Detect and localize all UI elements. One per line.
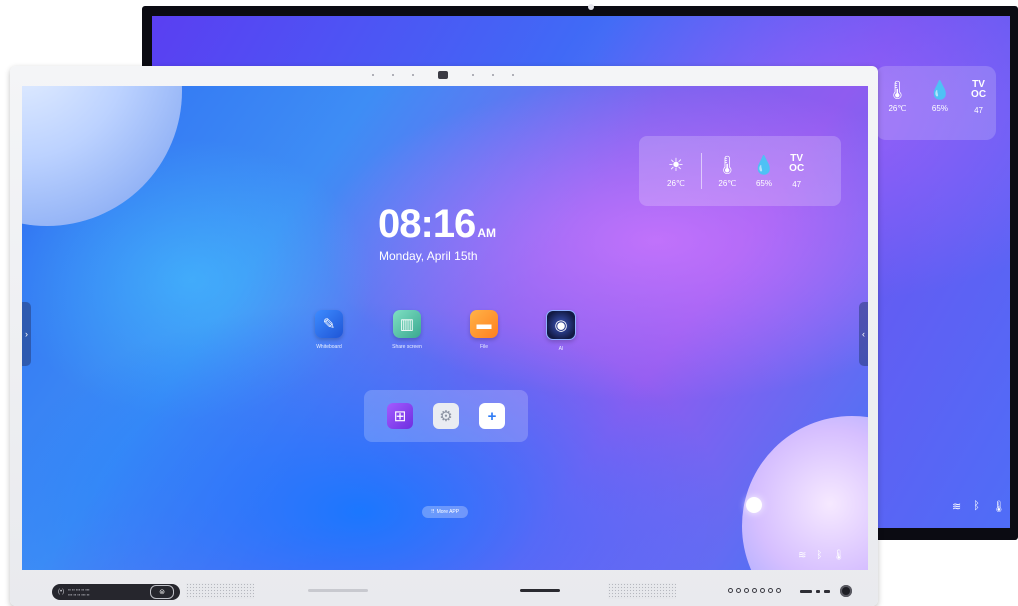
speaker-grille-left <box>186 583 254 599</box>
weather-widget[interactable]: ☀ 26℃ 🌡 26℃ 💧 65% TV OC 47 <box>639 136 841 206</box>
front-button[interactable] <box>760 588 765 593</box>
temperature-icon[interactable]: 🌡 <box>832 550 845 561</box>
right-sidebar-handle[interactable]: ‹ <box>859 302 868 366</box>
thermometer-icon: 🌡 <box>885 80 909 100</box>
mic-hole <box>512 74 514 76</box>
back-status-bar: ≋ ᛒ 🌡 <box>952 500 1006 513</box>
control-panel-labels: ▪▪ ▪▪ ▪▪▪ ▪▪ ▪▪▪ ▪▪▪ ▪▪ ▪▪ ▪▪▪ ▪▪ <box>68 587 90 597</box>
floating-assistant-ball[interactable] <box>746 497 762 513</box>
bluetooth-icon[interactable]: ᛒ <box>816 550 822 561</box>
tvoc-icon: TV OC <box>971 79 987 100</box>
clock-date: Monday, April 15th <box>379 249 478 263</box>
app-dock: ⊞ ⚙ + <box>364 390 528 442</box>
app-share-screen[interactable]: ▥ Share screen <box>377 310 437 350</box>
tvoc-icon: TV OC <box>789 152 805 174</box>
wifi-icon: ≋ <box>952 501 962 513</box>
back-humidity: 💧 65% <box>928 80 952 113</box>
chevron-right-icon: › <box>25 329 28 339</box>
share-screen-icon: ▥ <box>393 310 421 338</box>
back-monitor-camera <box>588 4 594 10</box>
camera-icon <box>438 71 448 79</box>
outdoor-weather: ☀ 26℃ <box>667 154 685 188</box>
front-button[interactable] <box>728 588 733 593</box>
pen-slot <box>520 589 560 592</box>
pen-tray <box>308 589 368 592</box>
app-ai[interactable]: ◉ AI <box>531 310 591 352</box>
pen-icon: ✎ <box>315 310 343 338</box>
front-buttons[interactable] <box>728 588 781 593</box>
chevron-left-icon: ‹ <box>862 329 865 339</box>
front-button[interactable] <box>752 588 757 593</box>
back-tvoc: TV OC 47 <box>971 79 987 116</box>
decorative-bubble <box>742 416 868 570</box>
mic-hole <box>372 74 374 76</box>
home-screen: › ‹ ☀ 26℃ 🌡 26℃ 💧 65% TV OC 47 08:16 AM M… <box>22 86 868 570</box>
usb-port <box>824 590 830 593</box>
left-sidebar-handle[interactable]: › <box>22 302 31 366</box>
temperature-icon: 🌡 <box>991 501 1006 513</box>
mic-hole <box>412 74 414 76</box>
droplet-icon: 💧 <box>928 80 952 100</box>
mic-hole <box>492 74 494 76</box>
droplet-icon: 💧 <box>752 154 776 175</box>
thermometer-icon: 🌡 <box>715 154 739 175</box>
app-whiteboard[interactable]: ✎ Whiteboard <box>299 310 359 350</box>
humidity: 💧 65% <box>752 154 776 188</box>
nfc-icon[interactable]: ⊜ <box>150 585 174 599</box>
windows-icon[interactable]: ⊞ <box>387 403 413 429</box>
gear-icon[interactable]: ⚙ <box>433 403 459 429</box>
front-button[interactable] <box>776 588 781 593</box>
mic-hole <box>472 74 474 76</box>
clock-ampm: AM <box>477 226 496 240</box>
usb-port <box>816 590 820 593</box>
more-app-button[interactable]: ⠿ More APP <box>422 506 468 518</box>
indoor-temperature: 🌡 26℃ <box>715 154 739 188</box>
weather-divider <box>700 153 702 189</box>
bluetooth-icon: ᛒ <box>973 500 980 512</box>
usb-port <box>800 590 812 593</box>
mic-hole <box>392 74 394 76</box>
sun-icon: ☀ <box>667 154 685 175</box>
decorative-bubble <box>22 86 182 226</box>
tvoc: TV OC 47 <box>789 152 805 189</box>
grid-icon: ⠿ <box>430 509 435 515</box>
speaker-grille-right <box>608 583 676 599</box>
clock-time: 08:16 <box>378 202 476 246</box>
wifi-icon[interactable]: ≋ <box>798 550 806 561</box>
front-control-panel[interactable]: (•) ▪▪ ▪▪ ▪▪▪ ▪▪ ▪▪▪ ▪▪▪ ▪▪ ▪▪ ▪▪▪ ▪▪ ⊜ <box>52 584 180 600</box>
back-weather-widget: 🌡 26℃ 💧 65% TV OC 47 <box>876 66 996 140</box>
folder-icon: ▬ <box>470 310 498 338</box>
ai-icon: ◉ <box>546 310 576 340</box>
nfc-key-icon[interactable]: (•) <box>58 589 64 595</box>
status-bar: ≋ ᛒ 🌡 <box>798 550 845 561</box>
clock: 08:16 AM <box>378 202 496 247</box>
front-button[interactable] <box>768 588 773 593</box>
power-button[interactable] <box>840 585 852 597</box>
back-indoor-temp: 🌡 26℃ <box>885 80 909 113</box>
plus-icon[interactable]: + <box>479 403 505 429</box>
front-button[interactable] <box>744 588 749 593</box>
front-button[interactable] <box>736 588 741 593</box>
app-file[interactable]: ▬ File <box>454 310 514 350</box>
